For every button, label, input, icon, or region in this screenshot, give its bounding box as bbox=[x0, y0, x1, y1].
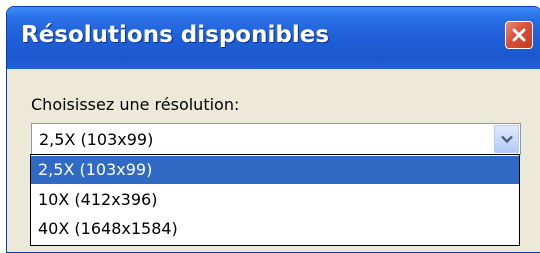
resolution-option[interactable]: 10X (412x396) bbox=[31, 186, 519, 214]
dropdown-button[interactable] bbox=[494, 125, 519, 153]
chevron-down-icon bbox=[501, 135, 513, 144]
resolution-label: Choisissez une résolution: bbox=[31, 95, 240, 114]
dialog-title: Résolutions disponibles bbox=[21, 22, 330, 48]
resolution-option[interactable]: 2,5X (103x99) bbox=[31, 156, 519, 184]
resolution-option[interactable]: 40X (1648x1584) bbox=[31, 215, 519, 243]
resolution-select[interactable]: 2,5X (103x99) bbox=[31, 123, 521, 155]
resolution-select-value: 2,5X (103x99) bbox=[39, 130, 154, 149]
resolution-dropdown-list: 2,5X (103x99) 10X (412x396) 40X (1648x15… bbox=[30, 154, 520, 246]
close-button[interactable] bbox=[505, 21, 533, 49]
title-bar[interactable]: Résolutions disponibles bbox=[7, 7, 540, 69]
close-icon bbox=[512, 28, 526, 42]
